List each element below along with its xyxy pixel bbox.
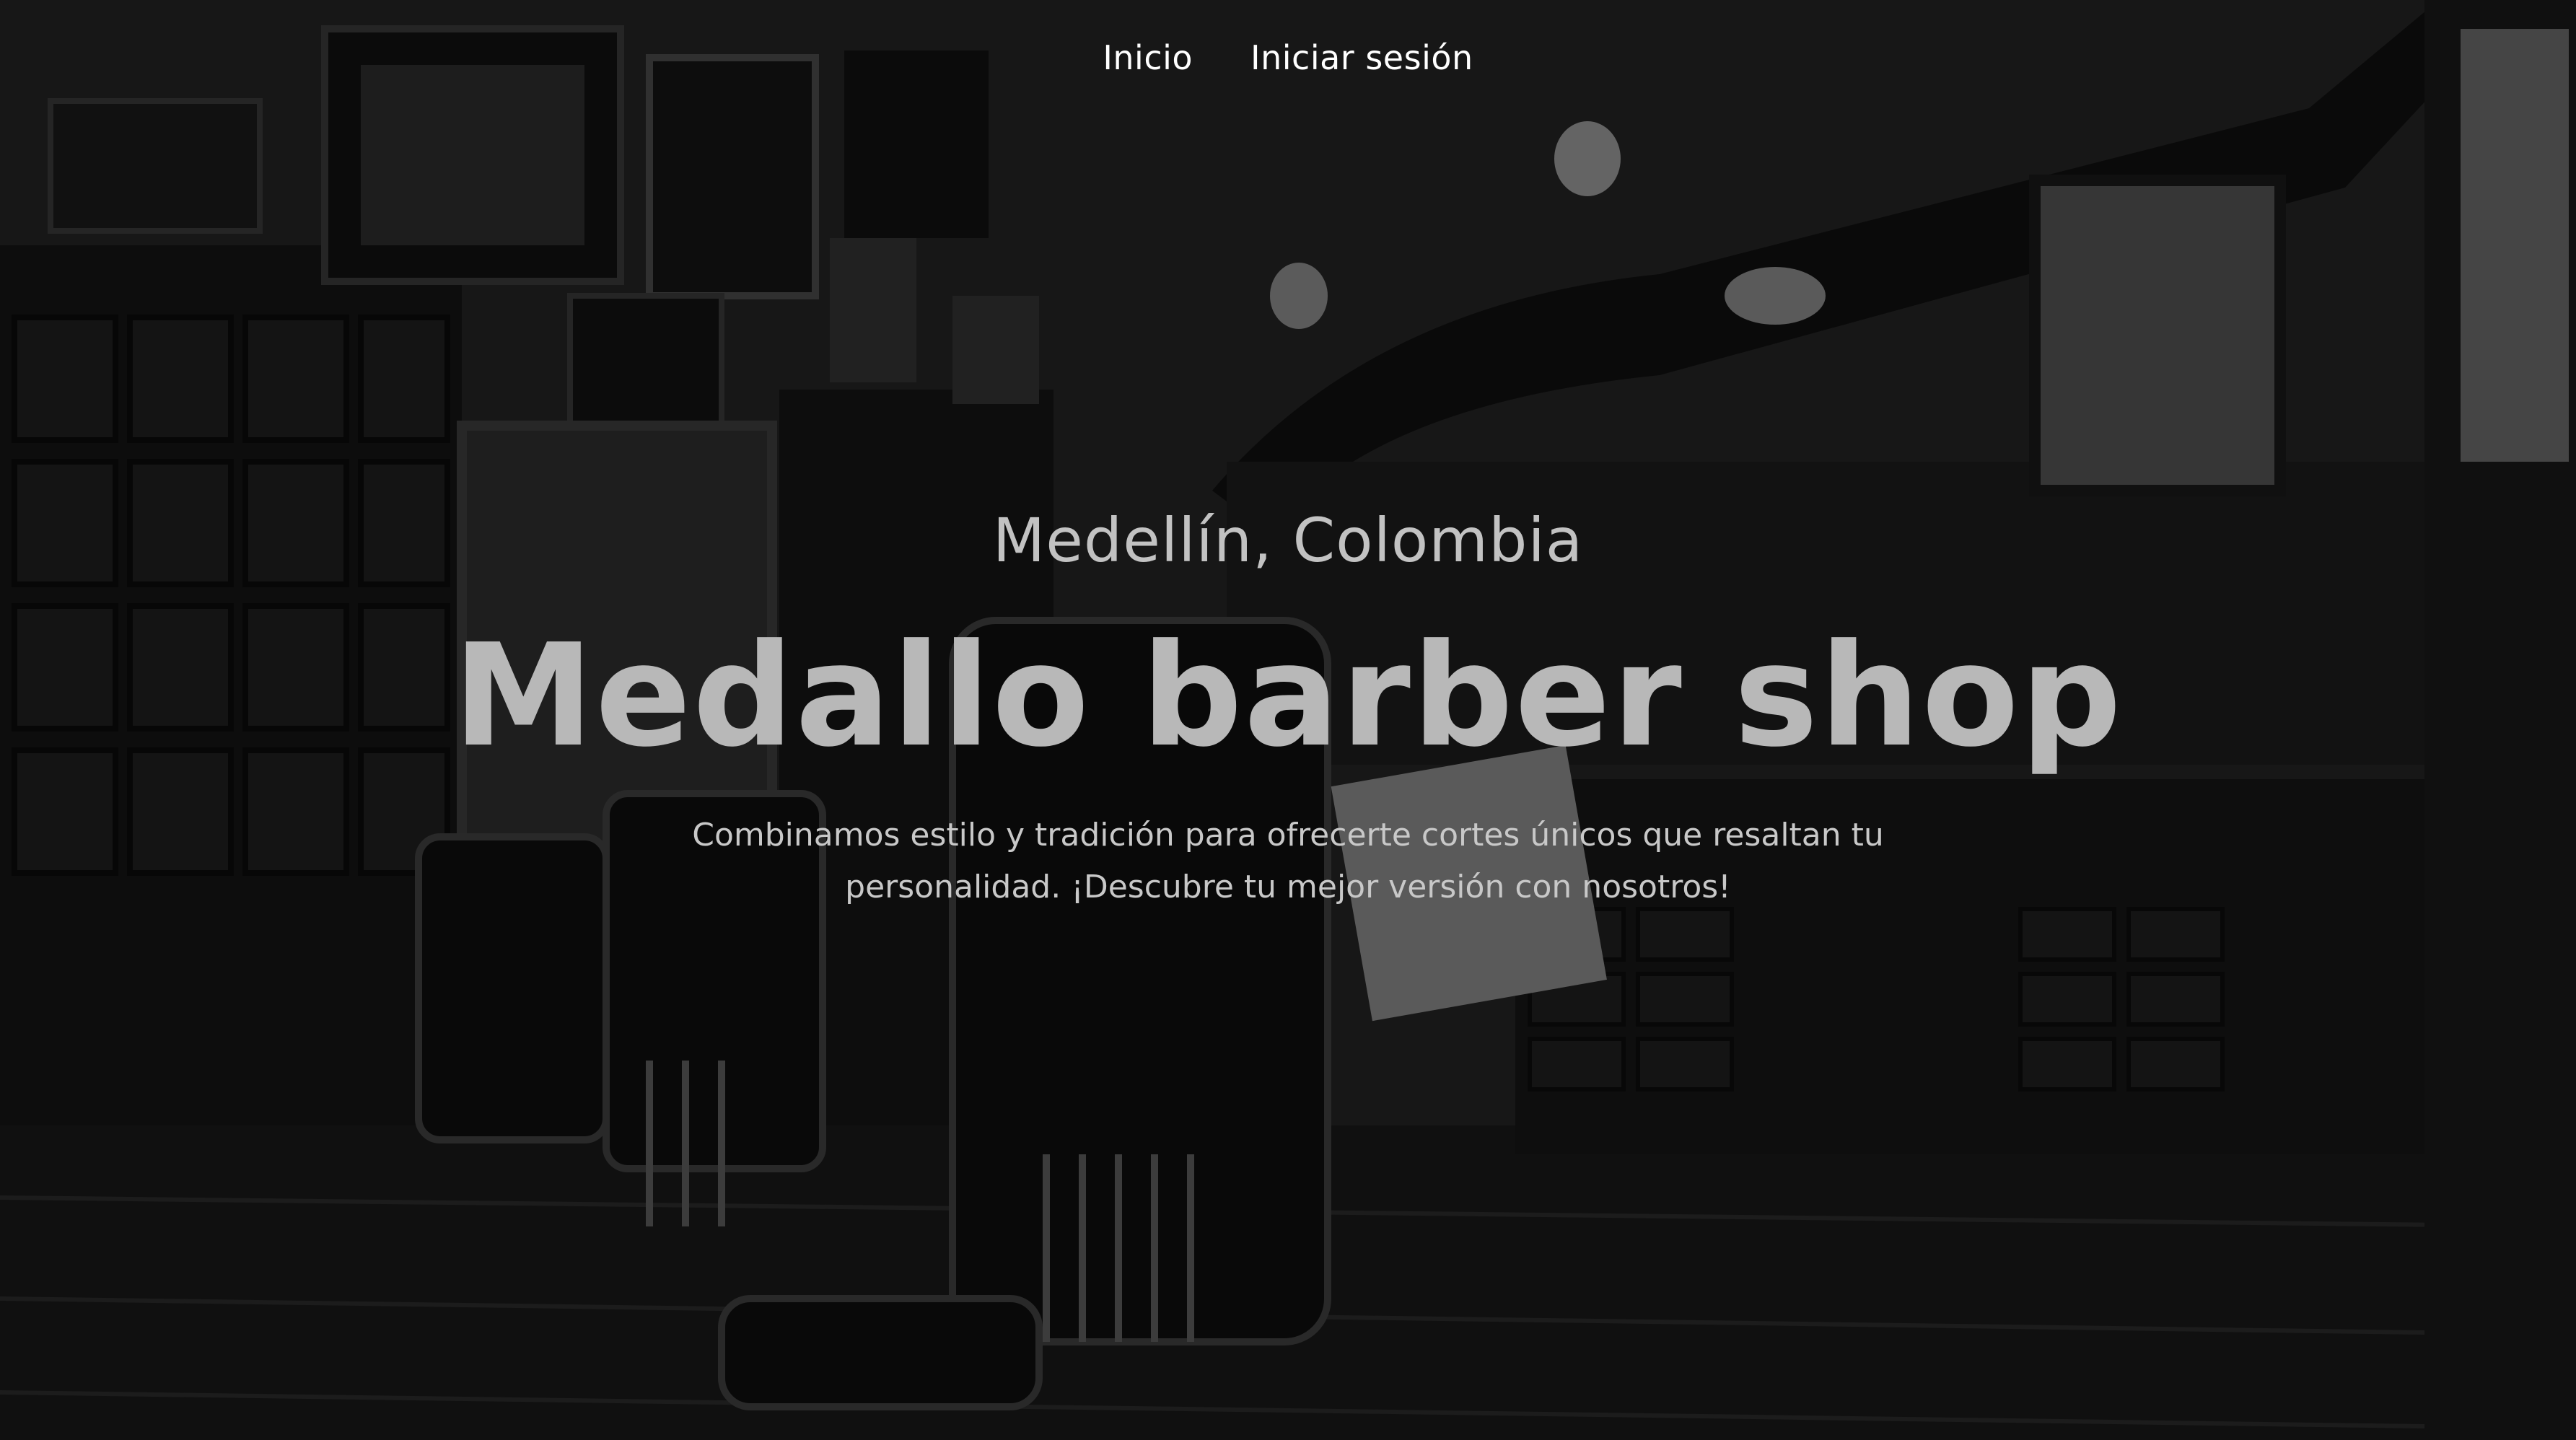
hero-content: Medellín, Colombia Medallo barber shop C…: [0, 505, 2576, 913]
nav-link-iniciar-sesion[interactable]: Iniciar sesión: [1250, 38, 1473, 77]
hero-section: Inicio Iniciar sesión Medellín, Colombia…: [0, 0, 2576, 1440]
hero-location: Medellín, Colombia: [992, 505, 1584, 576]
nav-link-inicio[interactable]: Inicio: [1103, 38, 1193, 77]
hero-title: Medallo barber shop: [452, 614, 2124, 778]
top-navigation: Inicio Iniciar sesión: [0, 0, 2576, 115]
hero-subtitle: Combinamos estilo y tradición para ofrec…: [692, 816, 1884, 905]
